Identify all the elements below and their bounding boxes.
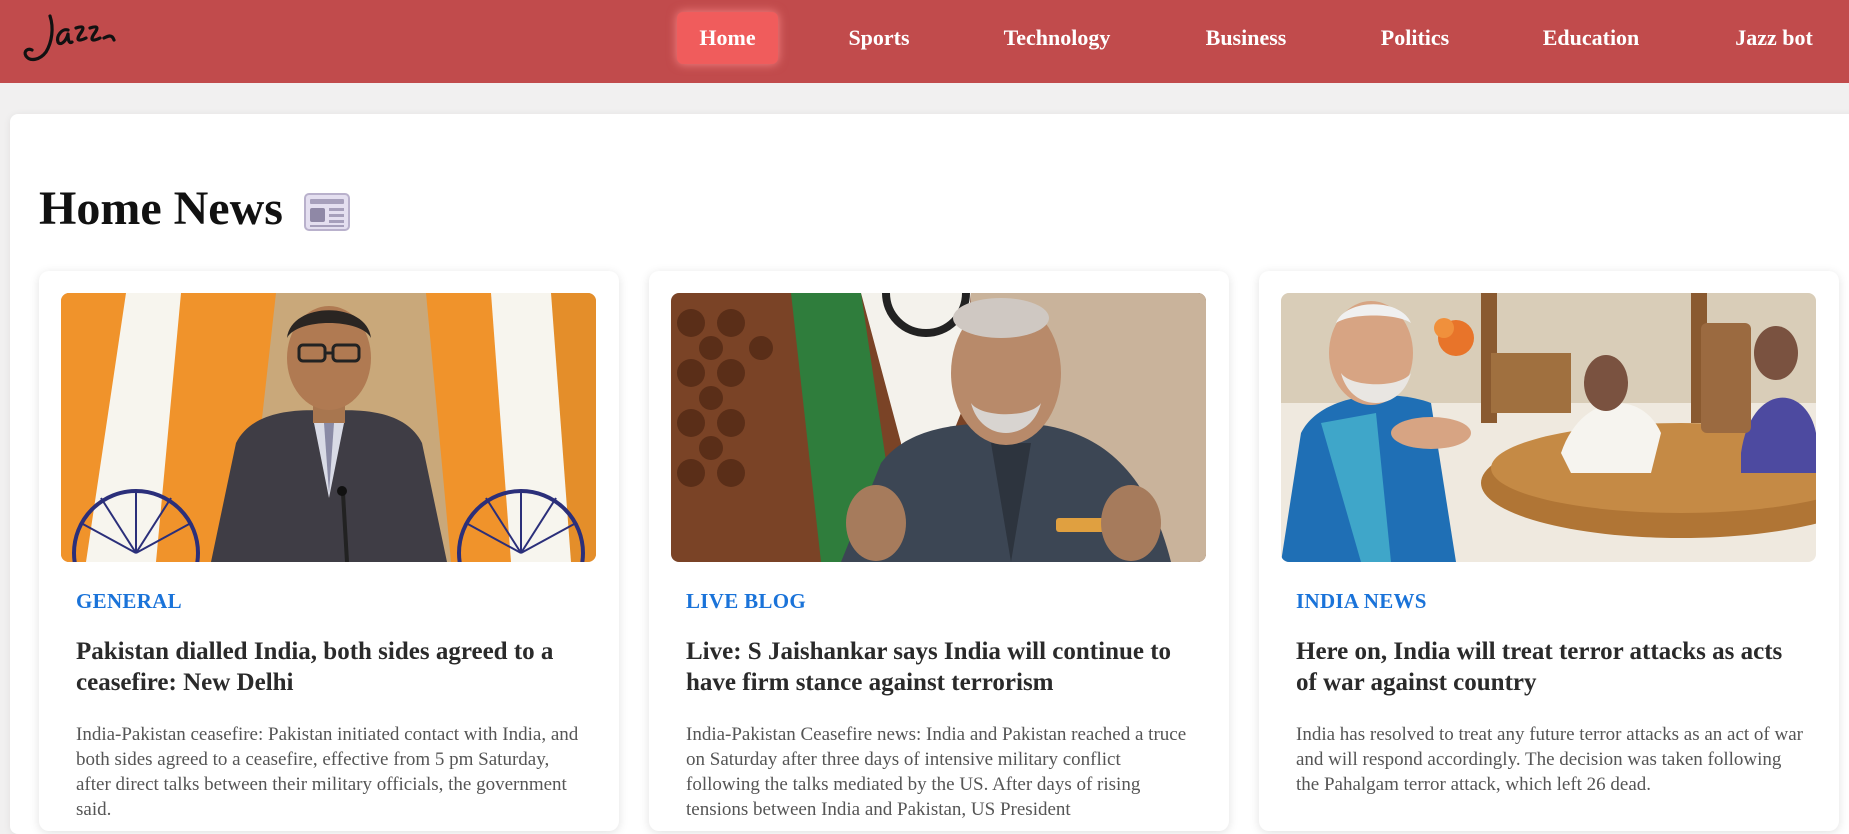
top-navbar: Home Sports Technology Business Politics… [0, 0, 1849, 83]
article-category[interactable]: LIVE BLOG [686, 589, 806, 614]
article-headline[interactable]: Live: S Jaishankar says India will conti… [686, 636, 1196, 698]
news-thumbnail-image[interactable] [671, 293, 1206, 562]
article-summary: India-Pakistan ceasefire: Pakistan initi… [76, 724, 579, 820]
news-thumbnail-image[interactable] [1281, 293, 1816, 562]
article-summary: India has resolved to treat any future t… [1296, 724, 1803, 795]
nav-jazz-bot[interactable]: Jazz bot [1722, 12, 1826, 64]
nav-technology[interactable]: Technology [992, 12, 1122, 64]
news-thumbnail-image[interactable] [61, 293, 596, 562]
page-title: Home News [39, 182, 283, 235]
news-card[interactable]: GENERAL Pakistan dialled India, both sid… [39, 271, 619, 831]
article-headline[interactable]: Here on, India will treat terror attacks… [1296, 636, 1806, 698]
nav-home[interactable]: Home [677, 12, 778, 64]
news-card[interactable]: INDIA NEWS Here on, India will treat ter… [1259, 271, 1839, 831]
nav-business[interactable]: Business [1196, 12, 1296, 64]
article-category[interactable]: GENERAL [76, 589, 182, 614]
nav-education[interactable]: Education [1532, 12, 1650, 64]
jazz-logo[interactable] [20, 8, 120, 66]
article-summary: India-Pakistan Ceasefire news: India and… [686, 724, 1187, 820]
news-card[interactable]: LIVE BLOG Live: S Jaishankar says India … [649, 271, 1229, 831]
nav-politics[interactable]: Politics [1370, 12, 1460, 64]
article-headline[interactable]: Pakistan dialled India, both sides agree… [76, 636, 586, 698]
nav-sports[interactable]: Sports [835, 12, 923, 64]
article-category[interactable]: INDIA NEWS [1296, 589, 1427, 614]
newspaper-icon [302, 190, 352, 234]
